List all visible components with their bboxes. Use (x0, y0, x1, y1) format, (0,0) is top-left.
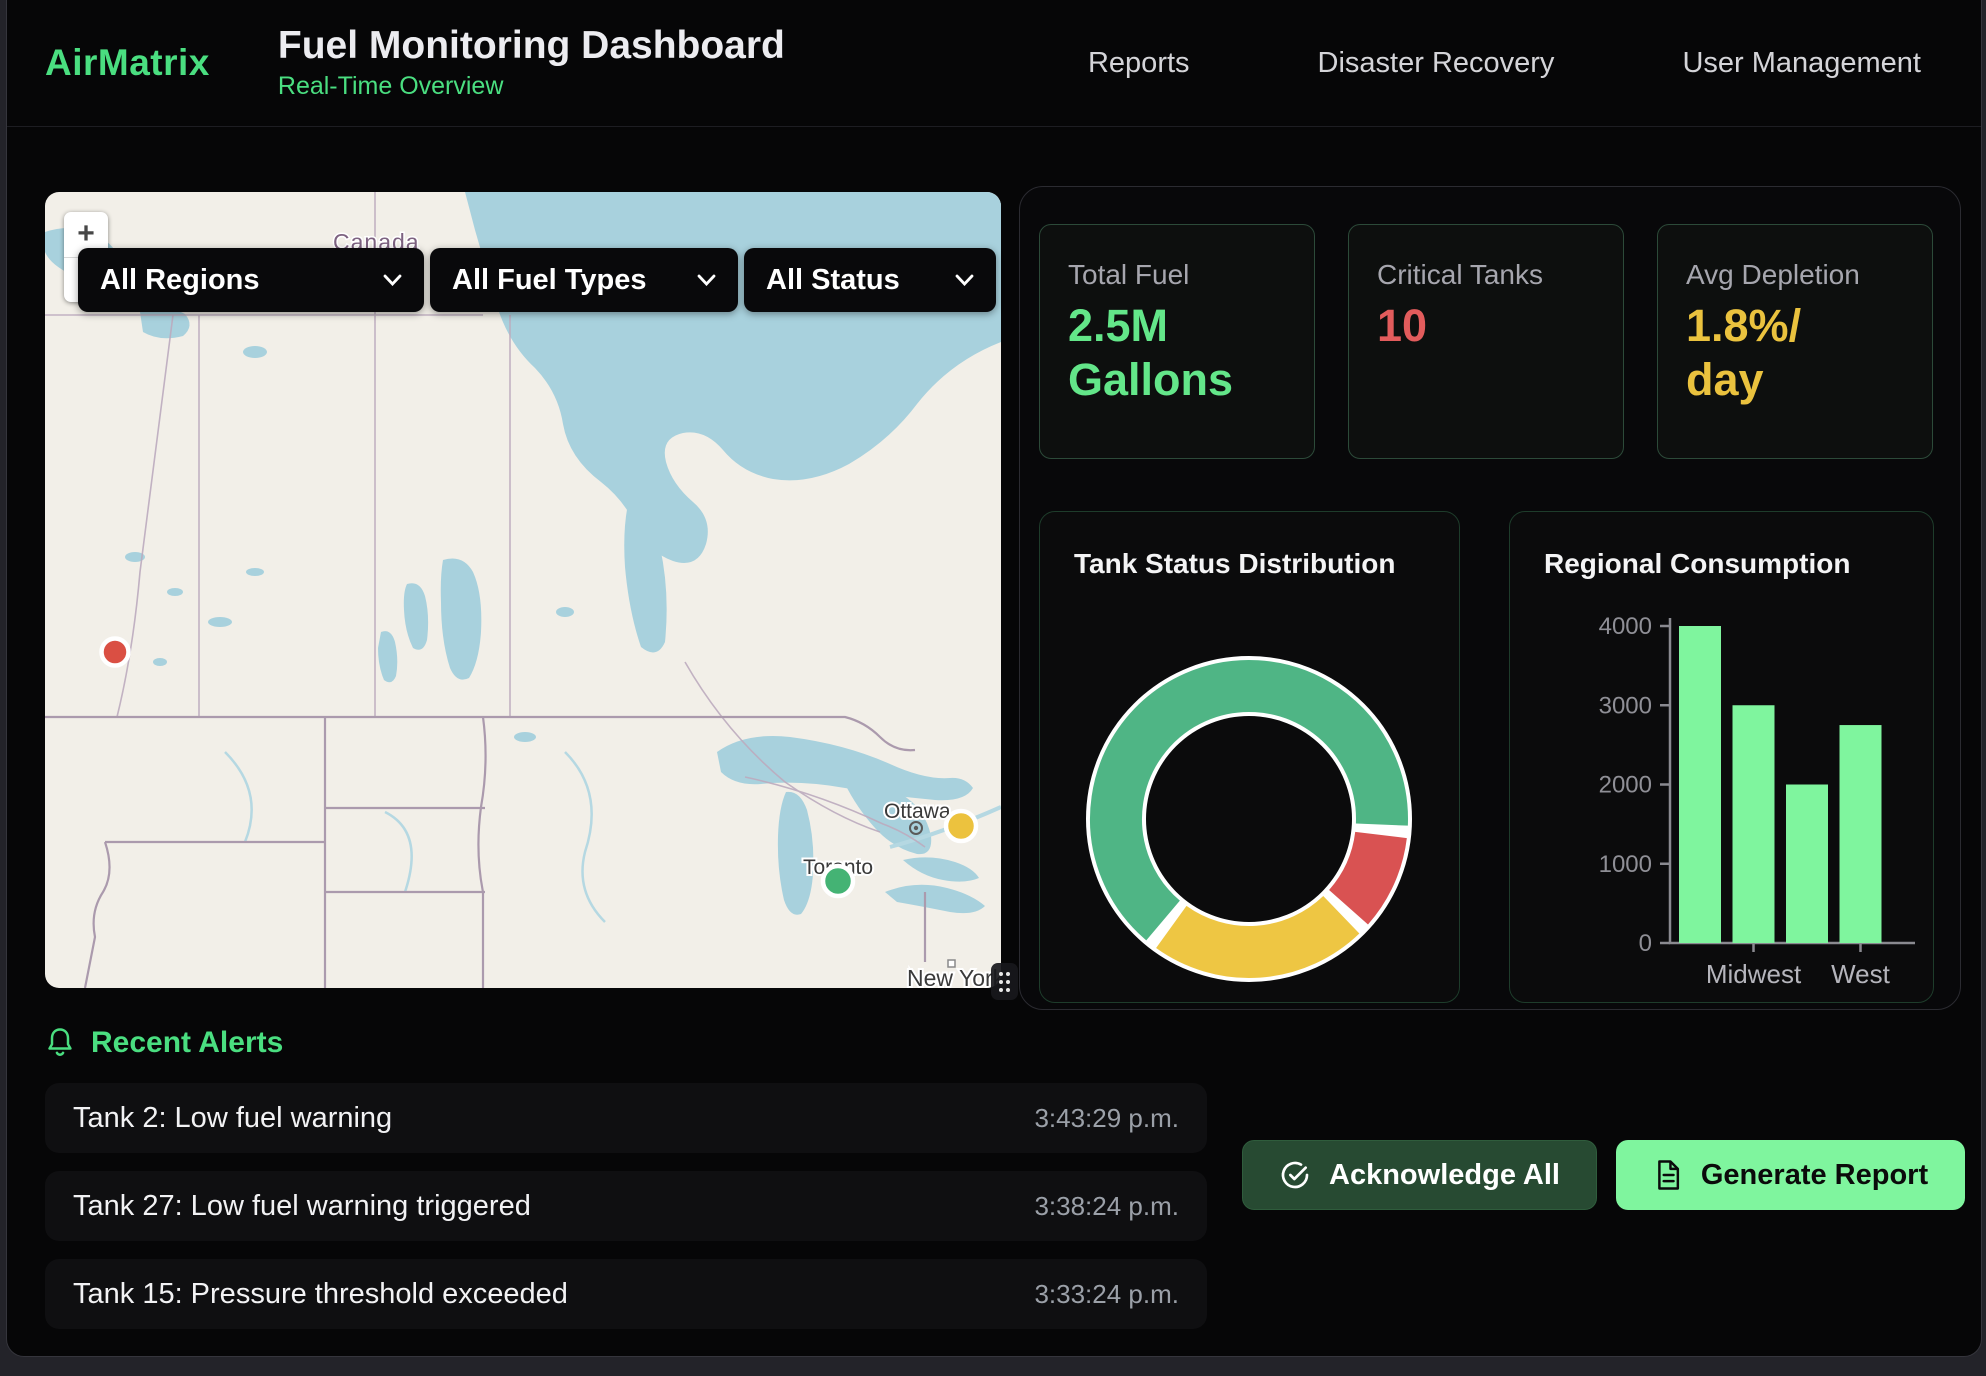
check-circle-icon (1279, 1159, 1311, 1191)
stat-label: Avg Depletion (1686, 259, 1904, 291)
nav-item-reports[interactable]: Reports (1088, 47, 1190, 80)
main-nav: Reports Disaster Recovery User Managemen… (1088, 47, 1981, 80)
region-filter-value: All Regions (100, 264, 260, 297)
alert-text: Tank 15: Pressure threshold exceeded (73, 1278, 568, 1311)
drag-handle-icon[interactable] (991, 963, 1018, 1000)
top-bar: AirMatrix Fuel Monitoring Dashboard Real… (7, 0, 1981, 127)
x-axis-tick-label: West (1831, 959, 1891, 989)
stat-label: Total Fuel (1068, 259, 1286, 291)
stat-value: 2.5MGallons (1068, 299, 1286, 407)
x-axis-tick-label: Midwest (1706, 959, 1802, 989)
page-subtitle: Real-Time Overview (278, 72, 785, 101)
chevron-down-icon (955, 274, 974, 286)
y-axis-tick-label: 4000 (1599, 613, 1652, 640)
fuel-type-filter-value: All Fuel Types (452, 264, 646, 297)
bell-icon (45, 1027, 75, 1059)
tank-status-donut-chart (1040, 512, 1460, 1003)
stats-row: Total Fuel 2.5MGallons Critical Tanks 10… (1039, 224, 1933, 459)
alert-row[interactable]: Tank 15: Pressure threshold exceeded 3:3… (45, 1259, 1207, 1329)
stat-value: 10 (1377, 299, 1595, 353)
regional-consumption-bar-chart: 0 1000 2000 3000 4000 Midwest West (1510, 512, 1934, 1003)
generate-report-button[interactable]: Generate Report (1616, 1140, 1965, 1210)
alerts-header: Recent Alerts (45, 1026, 283, 1060)
page-title: Fuel Monitoring Dashboard (278, 25, 785, 68)
acknowledge-all-label: Acknowledge All (1329, 1159, 1560, 1192)
donut-segment-critical (1349, 835, 1382, 907)
metrics-panel: Total Fuel 2.5MGallons Critical Tanks 10… (1019, 186, 1961, 1010)
stat-card-total-fuel: Total Fuel 2.5MGallons (1039, 224, 1315, 459)
bar-0 (1679, 626, 1721, 943)
bar-2 (1786, 785, 1828, 944)
bar-3 (1840, 725, 1882, 943)
status-filter-value: All Status (766, 264, 900, 297)
title-block: Fuel Monitoring Dashboard Real-Time Over… (278, 25, 785, 101)
document-icon (1653, 1159, 1683, 1191)
regional-consumption-chart-panel: 0 1000 2000 3000 4000 Midwest West Regional Co… (1509, 511, 1934, 1003)
stat-card-critical-tanks: Critical Tanks 10 (1348, 224, 1624, 459)
y-axis-tick-label: 1000 (1599, 851, 1652, 878)
map-marker-critical[interactable] (102, 639, 129, 666)
y-axis-tick-label: 0 (1639, 930, 1652, 957)
alert-timestamp: 3:43:29 p.m. (1034, 1103, 1179, 1134)
alert-text: Tank 2: Low fuel warning (73, 1102, 392, 1135)
status-filter-dropdown[interactable]: All Status (744, 248, 996, 312)
alert-row[interactable]: Tank 2: Low fuel warning 3:43:29 p.m. (45, 1083, 1207, 1153)
map-marker-warning[interactable] (946, 811, 976, 841)
chevron-down-icon (383, 274, 402, 286)
y-axis-tick-label: 3000 (1599, 692, 1652, 719)
alert-text: Tank 27: Low fuel warning triggered (73, 1190, 531, 1223)
chart-title: Tank Status Distribution (1074, 548, 1396, 580)
chart-title: Regional Consumption (1544, 548, 1850, 580)
map-marker-normal[interactable] (823, 866, 853, 896)
stat-card-avg-depletion: Avg Depletion 1.8%/day (1657, 224, 1933, 459)
chevron-down-icon (697, 274, 716, 286)
alert-row[interactable]: Tank 27: Low fuel warning triggered 3:38… (45, 1171, 1207, 1241)
alert-timestamp: 3:33:24 p.m. (1034, 1279, 1179, 1310)
map-panel: Canada Ottawa Toronto New York (45, 192, 1001, 988)
dashboard-root: AirMatrix Fuel Monitoring Dashboard Real… (6, 0, 1982, 1357)
donut-segment-warning (1171, 915, 1341, 952)
region-filter-dropdown[interactable]: All Regions (78, 248, 424, 312)
alert-timestamp: 3:38:24 p.m. (1034, 1191, 1179, 1222)
nav-item-user-management[interactable]: User Management (1682, 47, 1921, 80)
brand-logo: AirMatrix (45, 42, 210, 84)
alerts-title: Recent Alerts (91, 1026, 283, 1060)
bar-1 (1733, 705, 1775, 943)
acknowledge-all-button[interactable]: Acknowledge All (1242, 1140, 1597, 1210)
tank-status-chart-panel: Tank Status Distribution (1039, 511, 1460, 1003)
y-axis-tick-label: 2000 (1599, 772, 1652, 799)
stat-label: Critical Tanks (1377, 259, 1595, 291)
map-filter-bar: All Regions All Fuel Types All Status (78, 248, 996, 312)
generate-report-label: Generate Report (1701, 1159, 1928, 1192)
stat-value: 1.8%/day (1686, 299, 1904, 407)
nav-item-disaster-recovery[interactable]: Disaster Recovery (1318, 47, 1555, 80)
map-label-ottawa: Ottawa (884, 800, 951, 823)
map-label-new-york: New York (907, 965, 1001, 988)
fuel-type-filter-dropdown[interactable]: All Fuel Types (430, 248, 738, 312)
